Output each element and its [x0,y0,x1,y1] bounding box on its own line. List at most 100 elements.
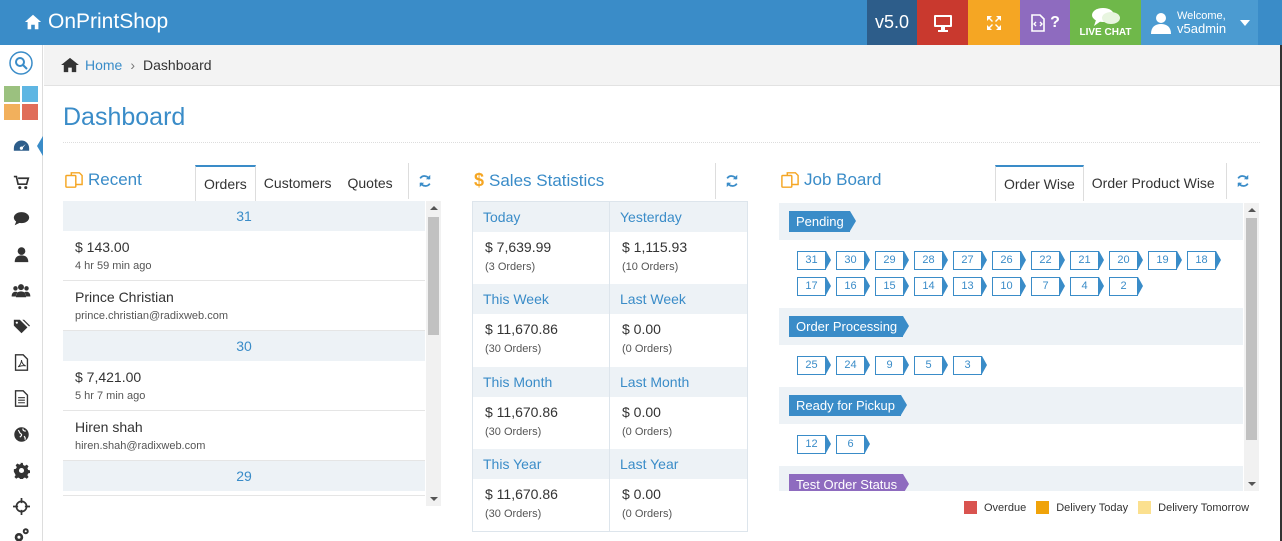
status-section-header: Test Order Status [779,466,1243,491]
list-item[interactable]: Hiren shah hiren.shah@radixweb.com [63,411,425,461]
recent-header: Recent [65,170,142,190]
order-number-tag[interactable]: 21 [1070,251,1104,270]
sidebar-search[interactable] [0,45,42,80]
scroll-thumb[interactable] [428,217,439,335]
help-button[interactable]: ? [1020,0,1070,45]
order-number-tag[interactable]: 9 [875,356,909,375]
order-number-tag[interactable]: 10 [992,277,1026,296]
scroll-thumb[interactable] [1246,218,1257,440]
version-badge[interactable]: v5.0 [867,0,917,45]
code-file-icon [1031,13,1045,32]
order-number-tag[interactable]: 31 [797,251,831,270]
stat-count: (30 Orders) [485,343,542,356]
sidebar-item-website[interactable] [0,417,42,452]
scroll-up-icon[interactable] [430,206,438,210]
order-number-tag[interactable]: 6 [836,435,870,454]
job-board-refresh-button[interactable] [1226,163,1259,199]
status-badge: Test Order Status [789,474,910,491]
order-tag-list: 12 6 [779,424,1243,466]
order-number-tag[interactable]: 14 [914,277,948,296]
page-title: Dashboard [63,103,186,131]
sidebar-item-target[interactable] [0,489,42,524]
order-number-tag[interactable]: 16 [836,277,870,296]
stat-label: This Year [473,448,609,479]
monitor-icon [933,14,952,32]
recent-scrollbar[interactable] [426,201,441,506]
order-number-tag[interactable]: 15 [875,277,909,296]
tab-quotes[interactable]: Quotes [339,165,400,201]
user-info: Welcome, v5admin [1177,10,1226,36]
order-number-tag[interactable]: 7 [1031,277,1065,296]
chevron-right-icon: › [130,57,136,73]
live-chat-button[interactable]: LIVE CHAT [1070,0,1141,45]
sidebar-item-advanced[interactable] [0,523,42,541]
tab-customers[interactable]: Customers [256,165,340,201]
dashboard-icon [13,140,29,151]
breadcrumb-home[interactable]: Home [61,57,122,73]
fullscreen-button[interactable] [968,0,1020,45]
legend-item: Overdue [964,501,1026,514]
home-icon [24,14,42,30]
order-number-tag[interactable]: 19 [1148,251,1182,270]
gears-icon [14,528,29,541]
stat-yesterday: Yesterday $ 1,115.93 (10 Orders) [610,202,747,284]
list-item[interactable]: $ 143.00 4 hr 59 min ago [63,231,425,281]
order-number-tag[interactable]: 3 [953,356,987,375]
order-number-tag[interactable]: 28 [914,251,948,270]
scroll-up-icon[interactable] [1248,208,1256,212]
scroll-down-icon[interactable] [430,497,438,501]
list-item[interactable]: $ 7,421.00 5 hr 7 min ago [63,361,425,411]
order-number-tag[interactable]: 20 [1109,251,1143,270]
tab-order-product-wise[interactable]: Order Product Wise [1084,165,1223,201]
sidebar-item-tags[interactable] [0,309,42,344]
live-chat-label: LIVE CHAT [1079,27,1132,38]
comment-icon [13,212,29,226]
stat-this-month: This Month $ 11,670.86 (30 Orders) [473,366,610,449]
sidebar-item-pdf[interactable] [0,345,42,380]
status-badge: Ready for Pickup [789,395,907,416]
sidebar-item-dashboard[interactable] [0,129,43,164]
order-number-tag[interactable]: 25 [797,356,831,375]
sidebar-item-documents[interactable] [0,381,42,416]
order-number-tag[interactable]: 4 [1070,277,1104,296]
stat-this-year: This Year $ 11,670.86 (30 Orders) [473,448,610,531]
user-icon [14,247,28,263]
order-number-tag[interactable]: 18 [1187,251,1221,270]
sales-statistics-grid: Today $ 7,639.99 (3 Orders) Yesterday $ 1… [472,201,748,532]
brand[interactable]: OnPrintShop [24,10,168,34]
order-number-tag[interactable]: 30 [836,251,870,270]
job-board-scrollbar[interactable] [1244,203,1259,491]
order-number-tag[interactable]: 12 [797,435,831,454]
sidebar-item-messages[interactable] [0,201,42,236]
sidebar-app-tiles[interactable] [0,83,42,123]
scroll-down-icon[interactable] [1248,482,1256,486]
order-number-tag[interactable]: 5 [914,356,948,375]
order-number-tag[interactable]: 26 [992,251,1026,270]
stat-label: Last Week [610,284,747,315]
user-menu[interactable]: Welcome, v5admin [1141,0,1258,45]
dollar-icon: $ [474,170,485,190]
order-number-tag[interactable]: 24 [836,356,870,375]
tab-orders[interactable]: Orders [195,165,256,201]
tab-order-wise[interactable]: Order Wise [995,165,1084,201]
sidebar-item-groups[interactable] [0,273,42,308]
order-time: 4 hr 59 min ago [75,260,152,272]
sales-refresh-button[interactable] [715,163,748,199]
sidebar-item-customers[interactable] [0,237,42,272]
sidebar-item-settings[interactable] [0,453,42,488]
recent-refresh-button[interactable] [408,163,441,199]
title-divider [63,142,1260,143]
order-number-tag[interactable]: 13 [953,277,987,296]
order-number-tag[interactable]: 22 [1031,251,1065,270]
order-number-tag[interactable]: 2 [1109,277,1143,296]
stat-label: This Week [473,284,609,315]
monitor-button[interactable] [917,0,968,45]
legend-item: Delivery Tomorrow [1138,501,1249,514]
list-item[interactable]: Prince Christian prince.christian@radixw… [63,281,425,331]
sidebar-item-orders[interactable] [0,165,42,200]
order-number-tag[interactable]: 27 [953,251,987,270]
recent-tabs: Orders Customers Quotes [195,165,401,201]
order-number-tag[interactable]: 29 [875,251,909,270]
order-number-tag[interactable]: 17 [797,277,831,296]
stat-label: Last Month [610,366,747,397]
